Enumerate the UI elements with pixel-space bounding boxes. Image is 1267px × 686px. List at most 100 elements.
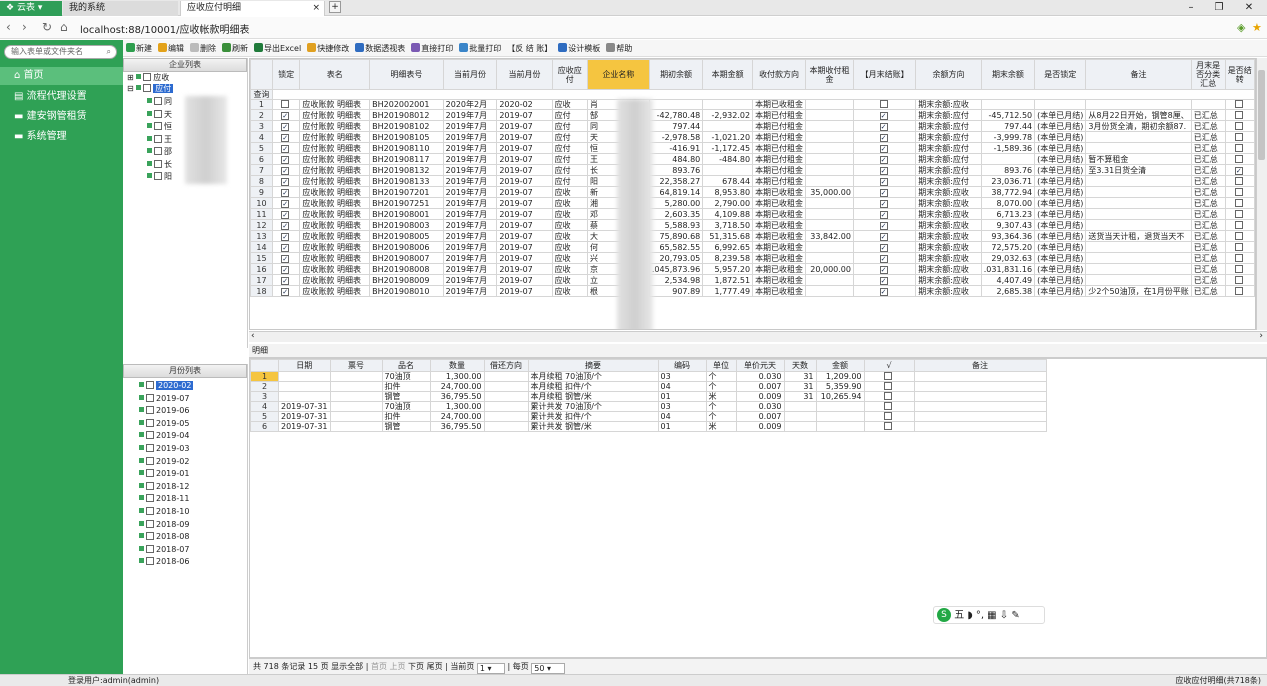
- cell-type[interactable]: 应收: [551, 263, 588, 275]
- cell-lock[interactable]: [271, 131, 301, 143]
- cell-end[interactable]: 4,407.49: [980, 274, 1036, 286]
- cell-amt[interactable]: 5,957.20: [702, 263, 754, 275]
- detail-cell-date[interactable]: 2019-07-31: [278, 411, 331, 422]
- cell-m1[interactable]: 2019年7月: [442, 241, 498, 253]
- cell-open[interactable]: 484.80: [648, 153, 704, 165]
- sidebar-item-rental[interactable]: ▬ 建安钢管租赁: [0, 108, 123, 126]
- cell-bdir[interactable]: 期末余额:应收: [915, 230, 982, 242]
- row-checkbox[interactable]: [879, 134, 888, 142]
- table-row[interactable]: 6应付账款 明细表BH2019081172019年7月2019-07应付王484…: [250, 153, 1255, 165]
- cell-tbl[interactable]: 应付账款 明细表: [299, 120, 371, 132]
- detail-column-header[interactable]: 编码: [657, 359, 707, 372]
- cell-open[interactable]: 65,582.55: [648, 241, 704, 253]
- cell-locked[interactable]: (本单已月结): [1034, 131, 1087, 143]
- cell-m1[interactable]: 2019年7月: [442, 208, 498, 220]
- row-checkbox[interactable]: [879, 100, 888, 108]
- cell-type[interactable]: 应收: [551, 219, 588, 231]
- cell-no[interactable]: BH201908007: [369, 252, 444, 264]
- month-item[interactable]: 2018-09: [139, 519, 189, 530]
- cell-m1[interactable]: 2019年7月: [442, 175, 498, 187]
- detail-cell-amt[interactable]: [815, 421, 865, 432]
- cell-no[interactable]: BH201908010: [369, 285, 444, 297]
- cell-carry[interactable]: [1224, 208, 1255, 220]
- cell-amt[interactable]: 1,777.49: [702, 285, 754, 297]
- detail-cell-days[interactable]: 31: [783, 391, 817, 402]
- sidebar-search-input[interactable]: 输入表单或文件夹名 ⌕: [4, 45, 117, 59]
- cell-m2[interactable]: 2019-07: [496, 263, 553, 275]
- detail-cell-date[interactable]: 2019-07-31: [278, 401, 331, 412]
- cell-dir[interactable]: 本期已付租金: [752, 164, 807, 176]
- cell-dir[interactable]: 本期已付租金: [752, 109, 807, 121]
- cell-amt[interactable]: 51,315.68: [702, 230, 754, 242]
- table-row[interactable]: 12应收账款 明细表BH2019080032019年7月2019-07应收蔡5,…: [250, 219, 1255, 231]
- cell-m1[interactable]: 2019年7月: [442, 186, 498, 198]
- cell-no[interactable]: BH201907251: [369, 197, 444, 209]
- cell-tbl[interactable]: 应收账款 明细表: [299, 252, 371, 264]
- cell-m2[interactable]: 2019-07: [496, 120, 553, 132]
- cell-no[interactable]: BH201908110: [369, 142, 444, 154]
- grid-horizontal-scrollbar[interactable]: ‹ ›: [249, 331, 1267, 342]
- cell-sum[interactable]: 已汇总: [1190, 153, 1226, 165]
- cell-m2[interactable]: 2019-07: [496, 197, 553, 209]
- cell-m1[interactable]: 2019年7月: [442, 120, 498, 132]
- row-checkbox[interactable]: [1234, 286, 1243, 295]
- cell-end[interactable]: [980, 99, 1036, 110]
- detail-cell-ticket[interactable]: [329, 421, 383, 432]
- detail-cell-dirn[interactable]: [483, 421, 529, 432]
- cell-open[interactable]: -416.91: [648, 142, 704, 154]
- detail-cell-note[interactable]: [913, 411, 1047, 422]
- toolbar-button-10[interactable]: 设计模板: [555, 40, 603, 57]
- cell-carry[interactable]: [1224, 153, 1255, 165]
- toolbar-button-6[interactable]: 数据透视表: [352, 40, 408, 57]
- cell-open[interactable]: 64,819.14: [648, 186, 704, 198]
- cell-bdir[interactable]: 期末余额:应收: [915, 186, 982, 198]
- cell-type[interactable]: 应付: [551, 131, 588, 143]
- month-item[interactable]: 2019-05: [139, 418, 189, 429]
- cell-amt[interactable]: 4,109.88: [702, 208, 754, 220]
- cell-close[interactable]: [852, 219, 917, 231]
- cell-amt[interactable]: 3,718.50: [702, 219, 754, 231]
- cell-open[interactable]: 907.89: [648, 285, 704, 297]
- detail-cell-price[interactable]: 0.007: [735, 381, 785, 392]
- next-page-button[interactable]: 下页: [408, 662, 424, 671]
- detail-column-header[interactable]: √: [863, 359, 915, 372]
- cell-bdir[interactable]: 期末余额:应收: [915, 252, 982, 264]
- tree-checkbox[interactable]: [143, 84, 152, 92]
- row-checkbox[interactable]: [879, 222, 888, 230]
- month-item[interactable]: 2018-06: [139, 556, 189, 567]
- cell-rent[interactable]: [805, 175, 854, 187]
- cell-m1[interactable]: 2019年7月: [442, 109, 498, 121]
- detail-cell-ticket[interactable]: [329, 381, 383, 392]
- cell-lock[interactable]: [271, 263, 301, 275]
- cell-m2[interactable]: 2019-07: [496, 241, 553, 253]
- row-checkbox[interactable]: [281, 266, 290, 274]
- cell-sum[interactable]: 已汇总: [1190, 142, 1226, 154]
- cell-carry[interactable]: [1224, 99, 1255, 110]
- column-header[interactable]: 期末余额: [980, 59, 1036, 90]
- detail-cell-chk[interactable]: [863, 421, 915, 432]
- cell-lock[interactable]: [271, 109, 301, 121]
- detail-cell-name[interactable]: 钢管: [381, 421, 431, 432]
- cell-sum[interactable]: 已汇总: [1190, 274, 1226, 286]
- cell-lock[interactable]: [271, 164, 301, 176]
- table-row[interactable]: 9应收账款 明细表BH2019072012019年7月2019-07应收新64,…: [250, 186, 1255, 198]
- cell-rent[interactable]: [805, 120, 854, 132]
- url-field[interactable]: localhost:88/10001/应收帐款明细表: [80, 21, 250, 36]
- cell-lock[interactable]: [271, 197, 301, 209]
- row-checkbox[interactable]: [879, 266, 888, 274]
- cell-type[interactable]: 应收: [551, 252, 588, 264]
- detail-cell-chk[interactable]: [863, 401, 915, 412]
- detail-cell-note[interactable]: [913, 391, 1047, 402]
- column-header[interactable]: 企业名称: [586, 59, 650, 90]
- cell-dir[interactable]: 本期已付租金: [752, 120, 807, 132]
- row-checkbox[interactable]: [281, 211, 290, 219]
- scroll-right-icon[interactable]: ›: [1259, 331, 1263, 341]
- row-checkbox[interactable]: [879, 200, 888, 208]
- detail-cell-memo[interactable]: 累计共发 钢管/米: [527, 421, 659, 432]
- detail-cell-days[interactable]: [783, 411, 817, 422]
- detail-cell-note[interactable]: [913, 401, 1047, 412]
- detail-cell-date[interactable]: [278, 381, 331, 392]
- cell-no[interactable]: BH201908012: [369, 109, 444, 121]
- detail-cell-unit[interactable]: 米: [705, 421, 737, 432]
- detail-cell-amt[interactable]: [815, 401, 865, 412]
